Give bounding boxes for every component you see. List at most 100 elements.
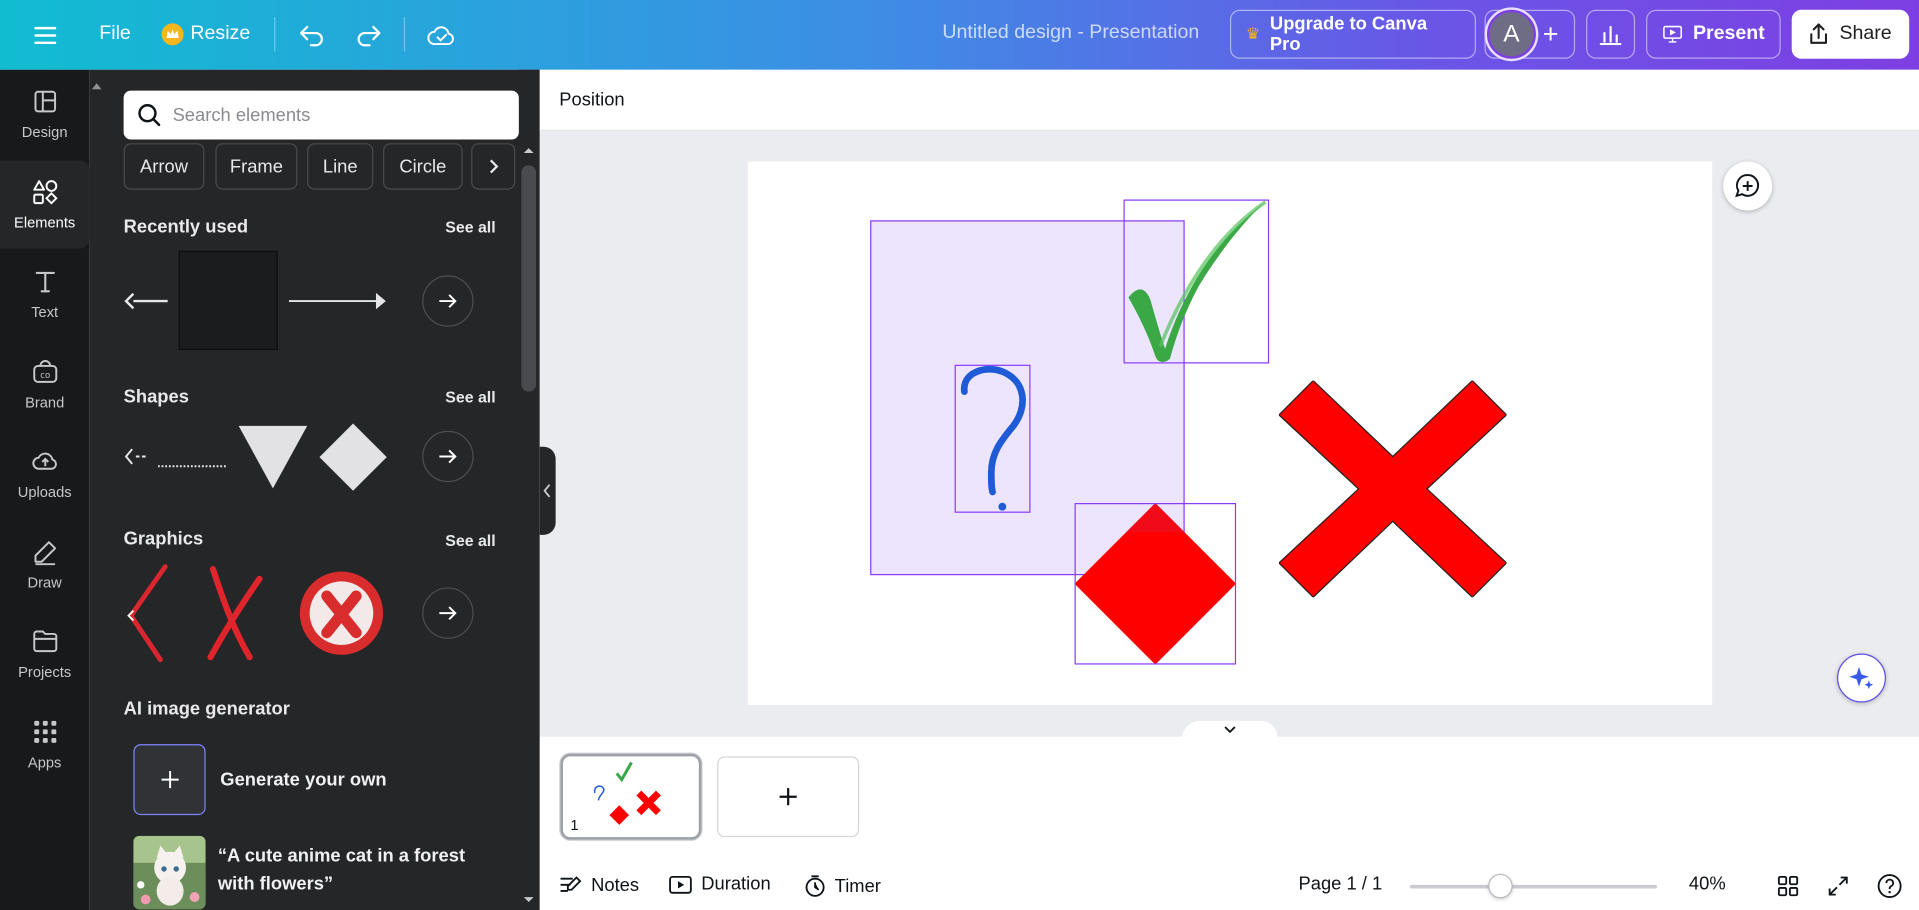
divider: [274, 17, 276, 52]
left-rail: Design Elements Text co Brand Uploads Dr…: [0, 69, 90, 910]
rail-item-text[interactable]: Text: [0, 250, 89, 338]
cloud-saved-icon[interactable]: [423, 17, 460, 54]
file-menu-button[interactable]: File: [91, 17, 140, 51]
notes-label: Notes: [591, 874, 640, 896]
chip-arrow[interactable]: Arrow: [123, 143, 205, 190]
see-all-shapes[interactable]: See all: [445, 388, 495, 406]
add-collaborator-icon[interactable]: +: [1536, 18, 1565, 49]
avatar-initial: A: [1503, 20, 1520, 48]
zoom-level[interactable]: 40%: [1689, 874, 1726, 895]
grid-view-button[interactable]: [1777, 875, 1799, 897]
recent-more-button[interactable]: [422, 275, 474, 327]
shapes-more-button[interactable]: [422, 430, 474, 483]
duration-icon: [669, 875, 692, 894]
rail-label: Apps: [27, 753, 62, 772]
comment-plus-icon: [1735, 174, 1760, 198]
arrow-right-icon: [439, 449, 457, 464]
chips-next-button[interactable]: [471, 143, 516, 190]
rail-item-uploads[interactable]: Uploads: [0, 430, 89, 518]
rail-label: Text: [31, 303, 59, 321]
crown-icon: [160, 23, 184, 46]
analytics-button[interactable]: [1586, 9, 1636, 59]
help-button[interactable]: [1876, 873, 1903, 900]
apps-icon: [33, 720, 56, 743]
notes-icon: [560, 876, 582, 892]
present-button[interactable]: Present: [1646, 9, 1781, 59]
recent-item-square[interactable]: [178, 250, 278, 351]
avatar[interactable]: A: [1486, 9, 1536, 59]
crown-icon: ♛: [1245, 24, 1261, 43]
rail-item-projects[interactable]: Projects: [0, 609, 89, 697]
page-indicator[interactable]: Page 1 / 1: [1299, 874, 1383, 895]
graphic-red-x-circle[interactable]: [296, 567, 387, 660]
selection-outline: [1123, 199, 1270, 364]
panel-collapse-handle[interactable]: [539, 446, 556, 535]
chip-label: Circle: [399, 156, 447, 177]
add-comment-button[interactable]: [1723, 161, 1773, 211]
collapse-pages-button[interactable]: [1182, 720, 1278, 738]
timer-label: Timer: [834, 875, 881, 897]
arrow-right-icon: [439, 606, 457, 620]
rail-item-elements[interactable]: Elements: [0, 160, 90, 249]
elements-panel: Search elements Arrow Frame Line Circle …: [89, 69, 540, 910]
projects-icon: [32, 630, 57, 653]
menu-icon[interactable]: [27, 17, 64, 54]
recent-item-arrow-left[interactable]: [124, 290, 171, 312]
rail-label: Elements: [14, 214, 76, 232]
file-label: File: [99, 23, 131, 45]
graphic-red-chevron[interactable]: [124, 564, 171, 663]
position-button[interactable]: Position: [559, 89, 624, 110]
search-input[interactable]: Search elements: [123, 90, 519, 140]
rail-label: Draw: [27, 573, 62, 592]
share-button[interactable]: Share: [1791, 9, 1910, 59]
timer-button[interactable]: Timer: [804, 874, 881, 898]
chip-circle[interactable]: Circle: [383, 143, 463, 190]
see-all-graphics[interactable]: See all: [445, 531, 495, 549]
help-icon: [1877, 874, 1902, 898]
rail-item-brand[interactable]: co Brand: [0, 340, 89, 428]
duration-button[interactable]: Duration: [668, 874, 771, 895]
graphics-title: Graphics: [123, 528, 204, 550]
generate-your-own-button[interactable]: [133, 744, 206, 816]
red-x-shape[interactable]: [1278, 379, 1508, 599]
add-page-button[interactable]: [717, 756, 860, 838]
fullscreen-icon: [1828, 876, 1848, 896]
page-number: 1: [570, 816, 579, 834]
rail-item-apps[interactable]: Apps: [0, 700, 89, 788]
see-all-recent[interactable]: See all: [445, 218, 495, 236]
arrow-right-icon: [439, 294, 457, 308]
selection-outline: [954, 364, 1031, 513]
zoom-slider[interactable]: [1409, 884, 1658, 889]
redo-icon[interactable]: [350, 17, 387, 54]
panel-scroll-thumb[interactable]: [521, 165, 537, 392]
rail-item-draw[interactable]: Draw: [0, 520, 89, 608]
rail-item-design[interactable]: Design: [0, 70, 89, 158]
chip-frame[interactable]: Frame: [215, 143, 298, 190]
upgrade-pro-button[interactable]: ♛ Upgrade to Canva Pro: [1229, 9, 1476, 59]
generate-your-own-label[interactable]: Generate your own: [220, 766, 386, 794]
graphics-more-button[interactable]: [422, 587, 474, 639]
recent-item-arrow-right[interactable]: [288, 290, 389, 312]
zoom-slider-handle[interactable]: [1488, 873, 1513, 899]
chip-line[interactable]: Line: [307, 143, 374, 190]
prompt-example-label[interactable]: “A cute anime cat in a forest with flowe…: [218, 842, 487, 898]
shape-diamond[interactable]: [318, 422, 388, 492]
page-thumbnail[interactable]: 1: [560, 753, 702, 840]
timer-icon: [805, 875, 825, 897]
fullscreen-button[interactable]: [1827, 875, 1849, 897]
shape-triangle-down[interactable]: [237, 425, 308, 490]
chevron-down-icon: [1224, 725, 1236, 733]
graphic-red-x-brush[interactable]: [206, 564, 265, 662]
resize-button[interactable]: Resize: [157, 17, 255, 51]
document-title[interactable]: Untitled design - Presentation: [942, 22, 1199, 44]
share-icon: [1810, 23, 1828, 44]
notes-button[interactable]: Notes: [558, 874, 639, 896]
magic-assistant-button[interactable]: [1836, 653, 1886, 703]
text-icon: [35, 271, 55, 293]
shape-dashed-arrow[interactable]: [124, 445, 148, 467]
ai-generator-title: AI image generator: [123, 698, 290, 720]
undo-icon[interactable]: [294, 17, 331, 54]
anime-cat-thumbnail[interactable]: [133, 835, 206, 910]
shape-dotted-line[interactable]: [157, 453, 227, 468]
recently-used-title: Recently used: [123, 216, 249, 238]
